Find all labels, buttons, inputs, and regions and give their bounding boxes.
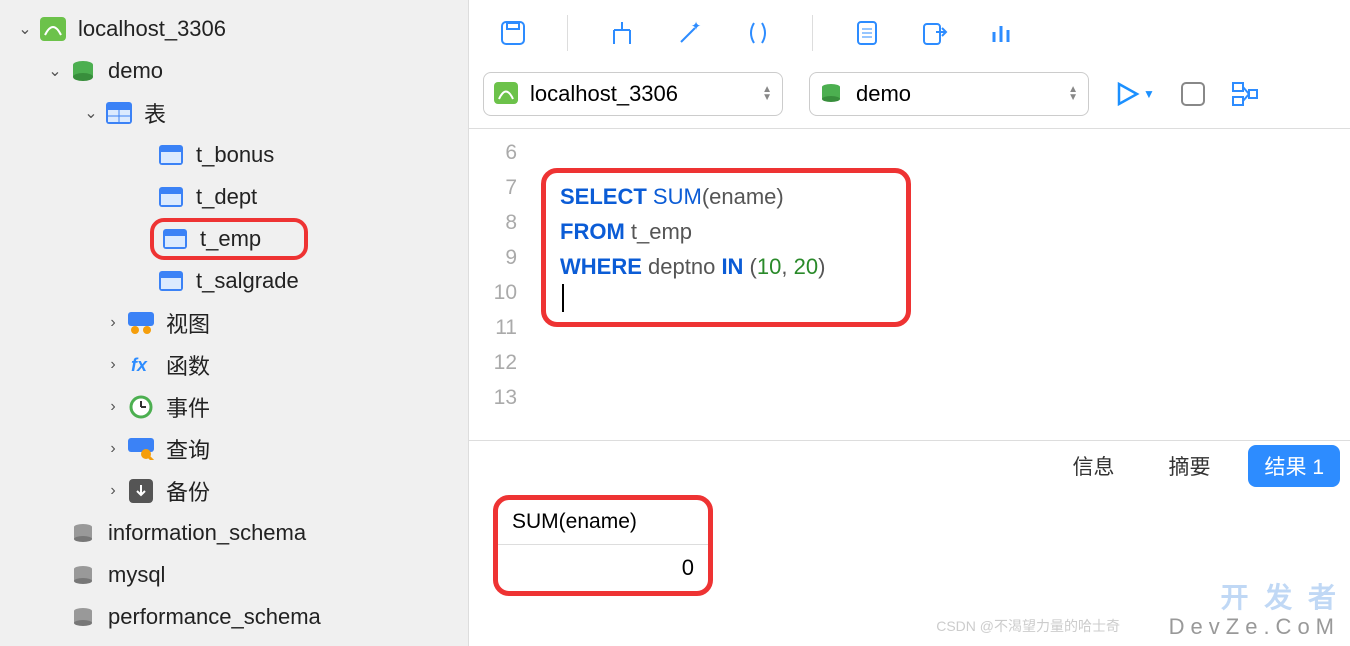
navicat-icon xyxy=(38,16,68,42)
connection-tree: ⌄ localhost_3306 ⌄ demo ⌄ 表 t_bonus t_de… xyxy=(0,0,469,646)
toolbar: ✦ xyxy=(469,0,1350,66)
sql-highlight-box: SELECT SUM(ename) FROM t_emp WHERE deptn… xyxy=(541,168,911,327)
database-selector[interactable]: demo ▲▼ xyxy=(809,72,1089,116)
tree-table-t_dept[interactable]: t_dept xyxy=(0,176,468,218)
tree-connection-label: localhost_3306 xyxy=(78,16,226,42)
tree-table-t_emp[interactable]: t_emp xyxy=(150,218,308,260)
watermark-cn: 开 发 者 xyxy=(1220,576,1340,616)
stepper-icon: ▲▼ xyxy=(762,86,772,102)
tree-queries[interactable]: › 查询 xyxy=(0,428,468,470)
tab-result-1[interactable]: 结果 1 xyxy=(1248,445,1340,487)
connection-selector-value: localhost_3306 xyxy=(530,81,678,107)
tree-connection[interactable]: ⌄ localhost_3306 xyxy=(0,8,468,50)
result-highlight-box: SUM(ename) 0 xyxy=(493,495,713,596)
tab-info[interactable]: 信息 xyxy=(1056,445,1130,487)
chevron-right-icon: › xyxy=(104,440,122,458)
save-icon[interactable] xyxy=(499,19,527,47)
backup-icon xyxy=(126,478,156,504)
chevron-down-icon: ⌄ xyxy=(82,103,100,123)
table-icon xyxy=(156,184,186,210)
line-gutter: 678910111213 xyxy=(469,129,531,440)
main-panel: ✦ localhost_3306 ▲▼ demo ▲▼ ▼ 6789101112… xyxy=(469,0,1350,646)
table-icon xyxy=(160,226,190,252)
tree-table-t_salgrade[interactable]: t_salgrade xyxy=(0,260,468,302)
tree-functions[interactable]: › fx 函数 xyxy=(0,344,468,386)
tree-database[interactable]: ⌄ demo xyxy=(0,50,468,92)
tree-functions-label: 函数 xyxy=(166,349,210,381)
export-icon[interactable] xyxy=(921,19,949,47)
chart-icon[interactable] xyxy=(989,19,1017,47)
stop-button[interactable] xyxy=(1181,82,1205,106)
table-label: t_dept xyxy=(196,184,257,210)
document-icon[interactable] xyxy=(853,19,881,47)
table-icon xyxy=(156,268,186,294)
svg-text:fx: fx xyxy=(131,355,148,375)
format-icon[interactable] xyxy=(608,19,636,47)
database-icon xyxy=(68,520,98,546)
database-selector-value: demo xyxy=(856,81,911,107)
tree-sysdb-performance_schema[interactable]: › performance_schema xyxy=(0,596,468,638)
function-icon: fx xyxy=(126,352,156,378)
tree-tables-label: 表 xyxy=(144,97,166,129)
sysdb-label: information_schema xyxy=(108,520,306,546)
chevron-right-icon: › xyxy=(104,356,122,374)
table-icon xyxy=(104,100,134,126)
explain-icon[interactable] xyxy=(1231,80,1259,108)
sysdb-label: performance_schema xyxy=(108,604,321,630)
result-column-header: SUM(ename) xyxy=(498,500,708,545)
tree-views-label: 视图 xyxy=(166,307,210,339)
chevron-down-icon: ⌄ xyxy=(16,19,34,39)
database-icon xyxy=(68,604,98,630)
tree-backups[interactable]: › 备份 xyxy=(0,470,468,512)
sysdb-label: mysql xyxy=(108,562,165,588)
tree-backups-label: 备份 xyxy=(166,475,210,507)
tree-queries-label: 查询 xyxy=(166,433,210,465)
results-panel: 信息 摘要 结果 1 SUM(ename) 0 开 发 者 DevZe.CoM … xyxy=(469,440,1350,646)
tree-events[interactable]: › 事件 xyxy=(0,386,468,428)
chevron-right-icon: › xyxy=(104,482,122,500)
database-icon xyxy=(820,82,846,106)
magic-icon[interactable]: ✦ xyxy=(676,19,704,47)
clock-icon xyxy=(126,394,156,420)
result-tabs: 信息 摘要 结果 1 xyxy=(469,441,1350,491)
tab-summary[interactable]: 摘要 xyxy=(1152,445,1226,487)
table-icon xyxy=(156,142,186,168)
watermark-csdn: CSDN @不渴望力量的哈士奇 xyxy=(936,616,1120,636)
table-label: t_bonus xyxy=(196,142,274,168)
views-icon xyxy=(126,310,156,336)
tree-tables-folder[interactable]: ⌄ 表 xyxy=(0,92,468,134)
table-label: t_salgrade xyxy=(196,268,299,294)
svg-text:✦: ✦ xyxy=(691,20,701,33)
chevron-right-icon: › xyxy=(104,398,122,416)
chevron-right-icon: › xyxy=(104,314,122,332)
tree-views[interactable]: › 视图 xyxy=(0,302,468,344)
database-icon xyxy=(68,58,98,84)
chevron-down-icon: ⌄ xyxy=(46,61,64,81)
tree-sysdb-information_schema[interactable]: › information_schema xyxy=(0,512,468,554)
table-label: t_emp xyxy=(200,226,261,252)
database-icon xyxy=(68,562,98,588)
sql-editor[interactable]: 678910111213 SELECT SUM(ename) FROM t_em… xyxy=(469,128,1350,440)
query-icon xyxy=(126,436,156,462)
watermark-brand: DevZe.CoM xyxy=(1169,614,1340,640)
result-cell: 0 xyxy=(498,545,708,591)
context-selectors: localhost_3306 ▲▼ demo ▲▼ ▼ xyxy=(469,66,1350,128)
run-button[interactable]: ▼ xyxy=(1115,81,1155,107)
tree-events-label: 事件 xyxy=(166,391,210,423)
tree-table-t_bonus[interactable]: t_bonus xyxy=(0,134,468,176)
stepper-icon: ▲▼ xyxy=(1068,86,1078,102)
navicat-icon xyxy=(494,82,520,106)
tree-sysdb-mysql[interactable]: › mysql xyxy=(0,554,468,596)
connection-selector[interactable]: localhost_3306 ▲▼ xyxy=(483,72,783,116)
tree-database-label: demo xyxy=(108,58,163,84)
parentheses-icon[interactable] xyxy=(744,19,772,47)
